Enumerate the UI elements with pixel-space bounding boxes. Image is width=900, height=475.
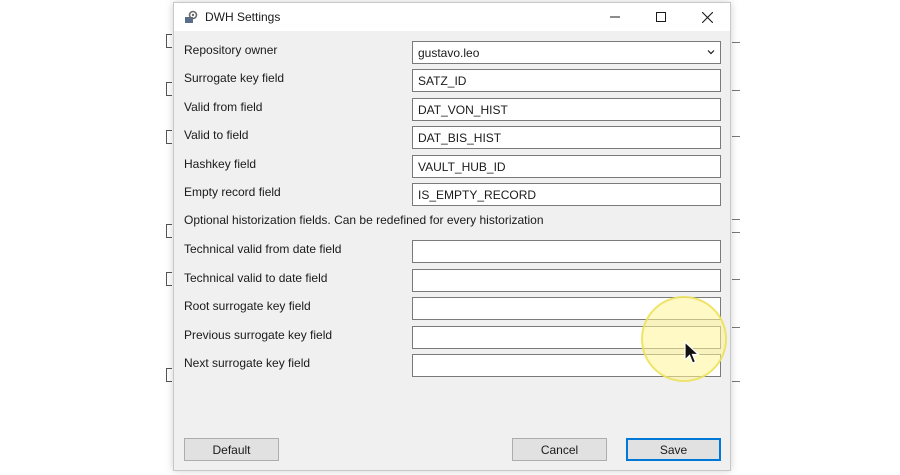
empty-record-input[interactable]: IS_EMPTY_RECORD [412,183,721,206]
valid-from-input[interactable]: DAT_VON_HIST [412,98,721,121]
mouse-pointer-icon [684,341,700,364]
surrogate-key-input[interactable]: SATZ_ID [412,69,721,92]
save-button[interactable]: Save [626,438,721,461]
background-bracket [166,368,172,382]
background-tick [732,327,740,328]
technical-valid-from-input[interactable] [412,240,721,263]
repository-owner-value: gustavo.leo [418,46,480,60]
background-bracket [166,130,172,144]
background-tick [732,90,740,91]
background-bracket [166,82,172,96]
background-tick [732,136,740,137]
background-tick [732,279,740,280]
background-bracket [166,272,172,286]
previous-surrogate-key-row: Previous surrogate key field [184,326,721,349]
technical-valid-to-row: Technical valid to date field [184,269,721,292]
technical-valid-to-label: Technical valid to date field [184,271,328,285]
repository-owner-row: Repository owner gustavo.leo [184,41,721,64]
repository-owner-label: Repository owner [184,43,278,57]
maximize-icon [656,12,666,22]
hashkey-input[interactable]: VAULT_HUB_ID [412,155,721,178]
title-bar[interactable]: DWH Settings [174,3,730,31]
cancel-button[interactable]: Cancel [512,438,607,461]
background-tick [732,381,740,382]
cursor-highlight [641,296,727,382]
valid-to-input[interactable]: DAT_BIS_HIST [412,126,721,149]
close-button[interactable] [684,3,730,31]
root-surrogate-key-label: Root surrogate key field [184,299,311,313]
next-surrogate-key-label: Next surrogate key field [184,356,311,370]
chevron-down-icon [707,50,715,55]
empty-record-row: Empty record field IS_EMPTY_RECORD [184,183,721,206]
optional-historization-note: Optional historization fields. Can be re… [184,213,544,227]
surrogate-key-label: Surrogate key field [184,71,285,85]
window-title: DWH Settings [205,10,281,24]
minimize-button[interactable] [592,3,638,31]
app-settings-icon [183,9,199,25]
technical-valid-from-row: Technical valid from date field [184,240,721,263]
background-tick [732,42,740,43]
background-bracket [166,34,172,48]
default-button[interactable]: Default [184,438,279,461]
empty-record-label: Empty record field [184,185,281,199]
background-bracket [166,224,172,238]
hashkey-row: Hashkey field VAULT_HUB_ID [184,155,721,178]
background-tick [732,219,740,220]
maximize-button[interactable] [638,3,684,31]
settings-dialog: DWH Settings Repository owner gustavo.le… [173,2,731,471]
valid-to-label: Valid to field [184,128,249,142]
technical-valid-to-input[interactable] [412,269,721,292]
repository-owner-select[interactable]: gustavo.leo [412,41,721,64]
valid-from-row: Valid from field DAT_VON_HIST [184,98,721,121]
valid-from-label: Valid from field [184,100,263,114]
root-surrogate-key-row: Root surrogate key field [184,297,721,320]
technical-valid-from-label: Technical valid from date field [184,242,342,256]
minimize-icon [610,16,620,18]
valid-to-row: Valid to field DAT_BIS_HIST [184,126,721,149]
background-tick [732,232,740,233]
next-surrogate-key-row: Next surrogate key field [184,354,721,377]
hashkey-label: Hashkey field [184,157,257,171]
surrogate-key-row: Surrogate key field SATZ_ID [184,69,721,92]
previous-surrogate-key-label: Previous surrogate key field [184,328,333,342]
close-icon [701,11,713,23]
